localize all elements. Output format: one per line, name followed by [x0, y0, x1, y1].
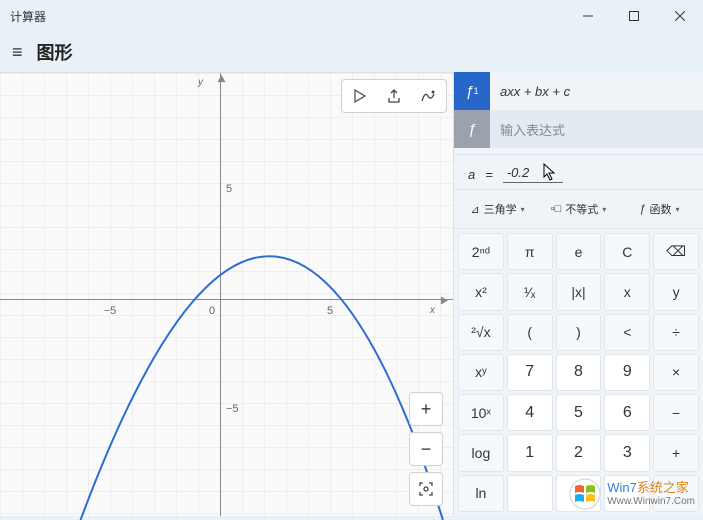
- function-badge-new: ƒ: [454, 110, 490, 148]
- app-title: 计算器: [10, 8, 46, 25]
- function-input-placeholder[interactable]: 输入表达式: [490, 120, 703, 139]
- key-7[interactable]: 7: [507, 354, 553, 391]
- fit-button[interactable]: [409, 472, 443, 506]
- key-pow[interactable]: xʸ: [458, 354, 504, 391]
- key-sqrt[interactable]: ²√x: [458, 314, 504, 351]
- key-6[interactable]: 6: [604, 394, 650, 431]
- maximize-button[interactable]: [611, 0, 657, 32]
- trace-button[interactable]: [344, 82, 376, 110]
- graph-canvas[interactable]: y x −5 5 0 5 −5 + −: [0, 72, 453, 516]
- key-e[interactable]: e: [556, 233, 602, 270]
- inequality-icon: ▫□: [551, 203, 562, 215]
- minimize-button[interactable]: [565, 0, 611, 32]
- key-2[interactable]: 2: [556, 434, 602, 471]
- mode-row: ⊿ 三角学 ▾ ▫□ 不等式 ▾ ƒ 函数 ▾: [454, 189, 703, 229]
- triangle-icon: ⊿: [470, 203, 479, 216]
- grid: [0, 73, 453, 516]
- function-row-1[interactable]: ƒ1 axx + bx + c: [454, 72, 703, 110]
- key-divide[interactable]: ÷: [653, 314, 699, 351]
- trig-mode-button[interactable]: ⊿ 三角学 ▾: [458, 196, 537, 222]
- y-axis-label: y: [198, 77, 203, 88]
- key-2nd[interactable]: 2ⁿᵈ: [458, 233, 504, 270]
- key-lparen[interactable]: (: [507, 314, 553, 351]
- key-blank4: [653, 475, 699, 512]
- close-button[interactable]: [657, 0, 703, 32]
- content: y x −5 5 0 5 −5 + −: [0, 72, 703, 516]
- page-title: 图形: [37, 39, 73, 65]
- key-minus[interactable]: −: [653, 394, 699, 431]
- key-10x[interactable]: 10ˣ: [458, 394, 504, 431]
- key-plus[interactable]: +: [653, 434, 699, 471]
- key-3[interactable]: 3: [604, 434, 650, 471]
- key-1[interactable]: 1: [507, 434, 553, 471]
- chevron-down-icon: ▾: [676, 205, 680, 214]
- tick-x-neg5: −5: [104, 305, 117, 317]
- tick-origin: 0: [209, 305, 215, 317]
- tick-y-neg5: −5: [226, 403, 239, 415]
- key-9[interactable]: 9: [604, 354, 650, 391]
- x-axis: [0, 299, 453, 300]
- key-4[interactable]: 4: [507, 394, 553, 431]
- y-axis: [220, 73, 221, 516]
- key-backspace[interactable]: ⌫: [653, 233, 699, 270]
- key-rparen[interactable]: ): [556, 314, 602, 351]
- tick-x-pos5: 5: [327, 305, 333, 317]
- key-x[interactable]: x: [604, 273, 650, 310]
- titlebar: 计算器: [0, 0, 703, 32]
- key-8[interactable]: 8: [556, 354, 602, 391]
- key-log[interactable]: log: [458, 434, 504, 471]
- function-badge-1: ƒ1: [454, 72, 490, 110]
- zoom-controls: + −: [409, 392, 443, 506]
- keypad: 2ⁿᵈ π e C ⌫ x² ¹⁄ₓ |x| x y ²√x ( ) < ÷ x…: [454, 229, 703, 516]
- key-reciprocal[interactable]: ¹⁄ₓ: [507, 273, 553, 310]
- zoom-in-button[interactable]: +: [409, 392, 443, 426]
- x-axis-label: x: [430, 305, 435, 316]
- zoom-out-button[interactable]: −: [409, 432, 443, 466]
- function-mode-button[interactable]: ƒ 函数 ▾: [620, 196, 699, 222]
- key-lt[interactable]: <: [604, 314, 650, 351]
- function-icon: ƒ: [639, 203, 645, 215]
- key-y[interactable]: y: [653, 273, 699, 310]
- function-expr-1[interactable]: axx + bx + c: [490, 84, 703, 99]
- window-controls: [565, 0, 703, 32]
- header: ≡ 图形: [0, 32, 703, 72]
- share-button[interactable]: [378, 82, 410, 110]
- key-ln[interactable]: ln: [458, 475, 504, 512]
- param-value-input[interactable]: -0.2: [503, 165, 563, 183]
- key-abs[interactable]: |x|: [556, 273, 602, 310]
- key-square[interactable]: x²: [458, 273, 504, 310]
- function-row-new[interactable]: ƒ 输入表达式: [454, 110, 703, 148]
- tick-y-pos5: 5: [226, 183, 232, 195]
- side-panel: ƒ1 axx + bx + c ƒ 输入表达式 a = -0.2: [453, 72, 703, 516]
- key-blank2: [556, 475, 602, 512]
- chevron-down-icon: ▾: [602, 205, 606, 214]
- key-blank1: [507, 475, 553, 512]
- parameter-row: a = -0.2: [454, 154, 703, 189]
- key-multiply[interactable]: ×: [653, 354, 699, 391]
- graph-toolbar: [341, 79, 447, 113]
- function-list: ƒ1 axx + bx + c ƒ 输入表达式: [454, 72, 703, 148]
- inequality-mode-button[interactable]: ▫□ 不等式 ▾: [539, 196, 618, 222]
- key-clear[interactable]: C: [604, 233, 650, 270]
- menu-icon[interactable]: ≡: [12, 42, 23, 63]
- equals-sign: =: [485, 167, 493, 182]
- key-pi[interactable]: π: [507, 233, 553, 270]
- key-blank3: [604, 475, 650, 512]
- key-5[interactable]: 5: [556, 394, 602, 431]
- chevron-down-icon: ▾: [521, 205, 525, 214]
- graph-options-button[interactable]: [412, 82, 444, 110]
- param-name: a: [468, 167, 475, 182]
